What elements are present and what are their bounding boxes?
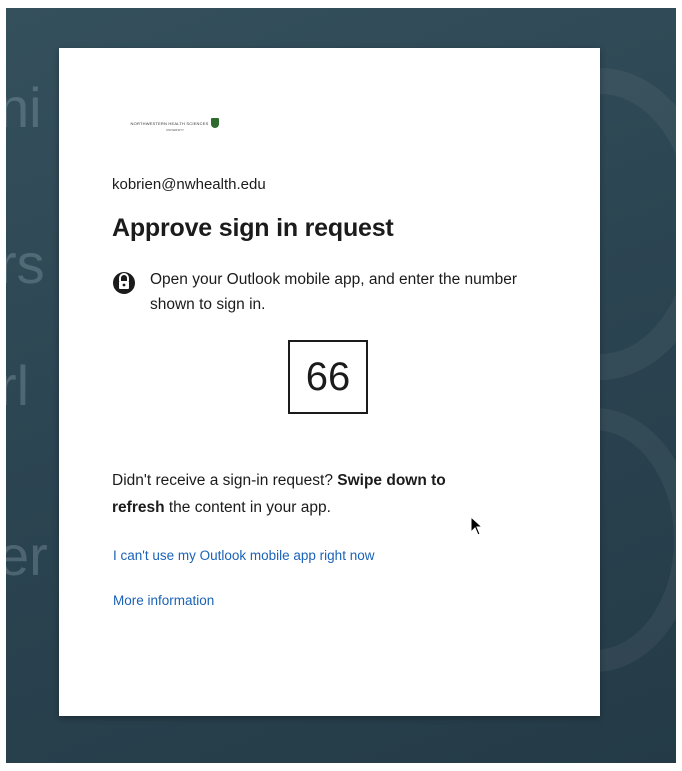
shield-icon [211, 118, 220, 128]
refresh-hint: Didn't receive a sign-in request? Swipe … [112, 467, 532, 521]
refresh-hint-bold: refresh [112, 499, 165, 516]
verification-number: 66 [288, 340, 368, 414]
refresh-hint-suffix: the content in your app. [164, 499, 331, 516]
cant-use-app-link[interactable]: I can't use my Outlook mobile app right … [113, 548, 374, 563]
background-letters: er [6, 524, 48, 587]
logo-org-name: NORTHWESTERN HEALTH SCIENCES [130, 120, 209, 126]
background-letters: ni [6, 76, 42, 139]
mouse-cursor-icon [470, 516, 484, 536]
sign-in-card: NORTHWESTERN HEALTH SCIENCES UNIVERSITY … [59, 48, 600, 716]
refresh-hint-bold: Swipe down to [337, 472, 446, 489]
refresh-hint-prefix: Didn't receive a sign-in request? [112, 472, 338, 489]
lock-icon [113, 272, 135, 294]
page-title: Approve sign in request [112, 214, 394, 242]
background-decoration: ni rs rl er [6, 8, 66, 763]
background-letters: rs [6, 232, 45, 295]
instruction-text: Open your Outlook mobile app, and enter … [150, 271, 518, 313]
organization-logo: NORTHWESTERN HEALTH SCIENCES UNIVERSITY [120, 112, 230, 134]
account-email: kobrien@nwhealth.edu [112, 176, 266, 193]
background-letters: rl [6, 354, 30, 417]
more-information-link[interactable]: More information [113, 593, 214, 608]
logo-org-sub: UNIVERSITY [165, 128, 184, 132]
